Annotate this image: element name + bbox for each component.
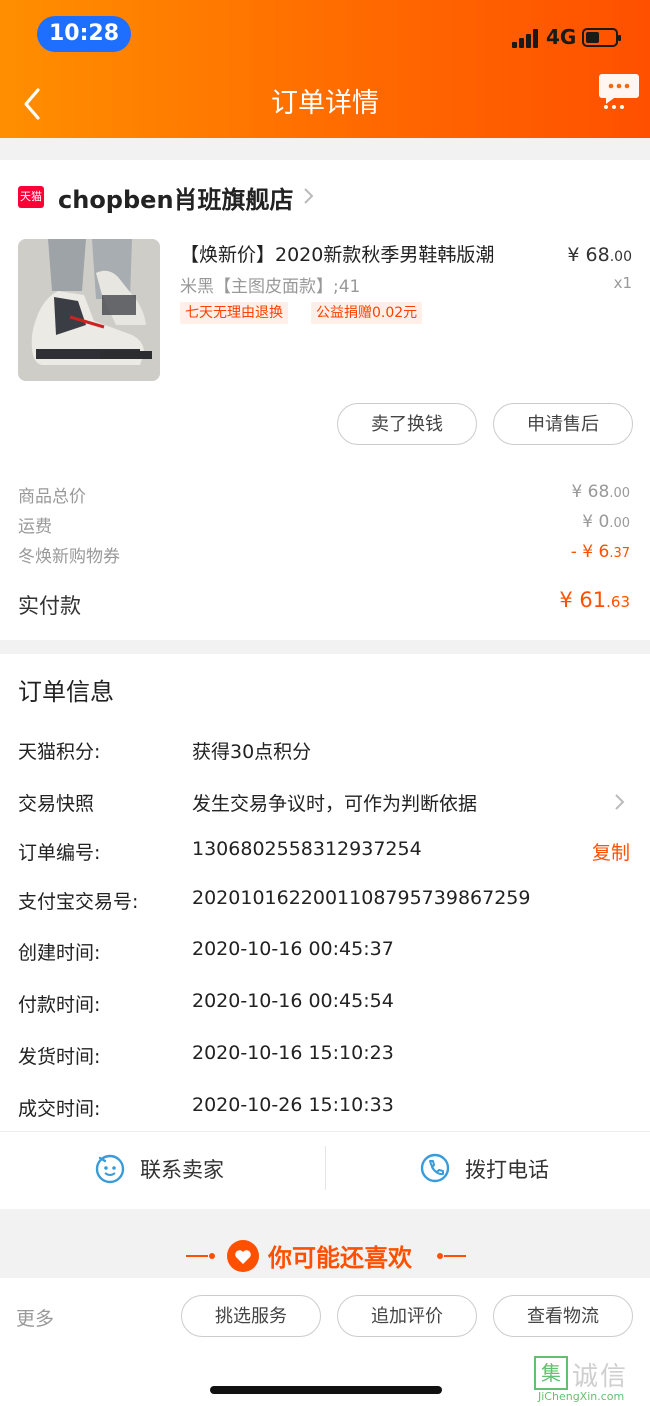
info-label-completed: 成交时间: bbox=[18, 1098, 101, 1120]
paid-value: ¥ 61.63 bbox=[559, 588, 630, 612]
contact-seller-button[interactable]: 联系卖家 bbox=[0, 1132, 325, 1204]
info-value-shipped: 2020-10-16 15:10:23 bbox=[192, 1042, 394, 1064]
pick-service-button[interactable]: 挑选服务 bbox=[181, 1295, 321, 1337]
info-label-created: 创建时间: bbox=[18, 942, 101, 964]
watermark: 集 诚信 JiChengXin.com bbox=[534, 1356, 650, 1406]
page-title: 订单详情 bbox=[271, 88, 379, 119]
tmall-logo: 天猫 bbox=[18, 186, 44, 208]
sell-button[interactable]: 卖了换钱 bbox=[337, 403, 477, 445]
subtotal-value: ¥ 68.00 bbox=[571, 482, 630, 502]
copy-button[interactable]: 复制 bbox=[592, 838, 630, 865]
charity-tag: 公益捐赠0.02元 bbox=[311, 302, 423, 324]
product-quantity: x1 bbox=[613, 274, 632, 292]
contact-seller-label: 联系卖家 bbox=[140, 1158, 224, 1182]
product-title[interactable]: 【焕新价】2020新款秋季男鞋韩版潮 bbox=[180, 240, 494, 267]
status-time: 10:28 bbox=[37, 16, 131, 52]
sneaker-image bbox=[18, 239, 160, 381]
coupon-value: - ¥ 6.37 bbox=[570, 542, 630, 562]
shop-name[interactable]: chopben肖班旗舰店 bbox=[58, 180, 294, 215]
shipping-value: ¥ 0.00 bbox=[582, 512, 630, 532]
order-product-card: 天猫 chopben肖班旗舰店 【焕新价】2020新款秋季男鞋韩版潮 米黑【主图… bbox=[0, 160, 650, 640]
return-policy-tag: 七天无理由退换 bbox=[180, 302, 288, 324]
chat-face-icon bbox=[95, 1154, 125, 1184]
product-price: ¥ 68.00 bbox=[567, 244, 632, 266]
watermark-sub: JiChengXin.com bbox=[538, 1390, 625, 1403]
call-phone-label: 拨打电话 bbox=[465, 1158, 549, 1182]
paid-label: 实付款 bbox=[18, 594, 81, 618]
info-value-points: 获得30点积分 bbox=[192, 741, 312, 763]
info-value-created: 2020-10-16 00:45:37 bbox=[192, 938, 394, 960]
signal-icon bbox=[512, 28, 542, 48]
info-label-paid: 付款时间: bbox=[18, 994, 101, 1016]
watermark-text: 诚信 bbox=[572, 1362, 629, 1392]
info-value-paid: 2020-10-16 00:45:54 bbox=[192, 990, 394, 1012]
info-label-alipay-id: 支付宝交易号: bbox=[18, 891, 139, 913]
info-label-order-id: 订单编号: bbox=[18, 842, 101, 864]
product-sku: 米黑【主图皮面款】;41 bbox=[180, 277, 361, 297]
info-label-shipped: 发货时间: bbox=[18, 1046, 101, 1068]
watermark-logo: 集 bbox=[534, 1356, 568, 1390]
coupon-label: 冬焕新购物券 bbox=[18, 547, 120, 567]
info-label-snapshot[interactable]: 交易快照 bbox=[18, 789, 94, 816]
shipping-label: 运费 bbox=[18, 517, 52, 537]
message-icon[interactable] bbox=[598, 70, 640, 110]
home-indicator bbox=[210, 1386, 442, 1394]
info-value-snapshot[interactable]: 发生交易争议时，可作为判断依据 bbox=[192, 789, 477, 816]
network-label: 4G bbox=[546, 25, 577, 49]
info-value-alipay-id: 2020101622001108795739867259 bbox=[192, 887, 531, 909]
view-logistics-button[interactable]: 查看物流 bbox=[493, 1295, 633, 1337]
more-button[interactable]: 更多 bbox=[16, 1304, 54, 1331]
subtotal-label: 商品总价 bbox=[18, 487, 86, 507]
info-label-points: 天猫积分: bbox=[18, 741, 101, 763]
info-value-completed: 2020-10-26 15:10:33 bbox=[192, 1094, 394, 1116]
after-sale-button[interactable]: 申请售后 bbox=[493, 403, 633, 445]
chevron-right-icon[interactable] bbox=[300, 186, 316, 206]
battery-icon bbox=[582, 28, 621, 47]
recommend-title: 你可能还喜欢 bbox=[268, 1244, 412, 1272]
call-phone-button[interactable]: 拨打电话 bbox=[325, 1132, 650, 1204]
header-bar: 10:28 4G 订单详情 bbox=[0, 0, 650, 138]
order-info-card: 订单信息 天猫积分: 获得30点积分 交易快照 发生交易争议时，可作为判断依据 … bbox=[0, 654, 650, 1209]
phone-icon bbox=[420, 1153, 450, 1183]
add-review-button[interactable]: 追加评价 bbox=[337, 1295, 477, 1337]
section-title: 订单信息 bbox=[18, 678, 114, 706]
chevron-right-icon[interactable] bbox=[612, 792, 626, 812]
info-value-order-id: 1306802558312937254 bbox=[192, 838, 422, 860]
product-thumbnail[interactable] bbox=[18, 239, 160, 381]
